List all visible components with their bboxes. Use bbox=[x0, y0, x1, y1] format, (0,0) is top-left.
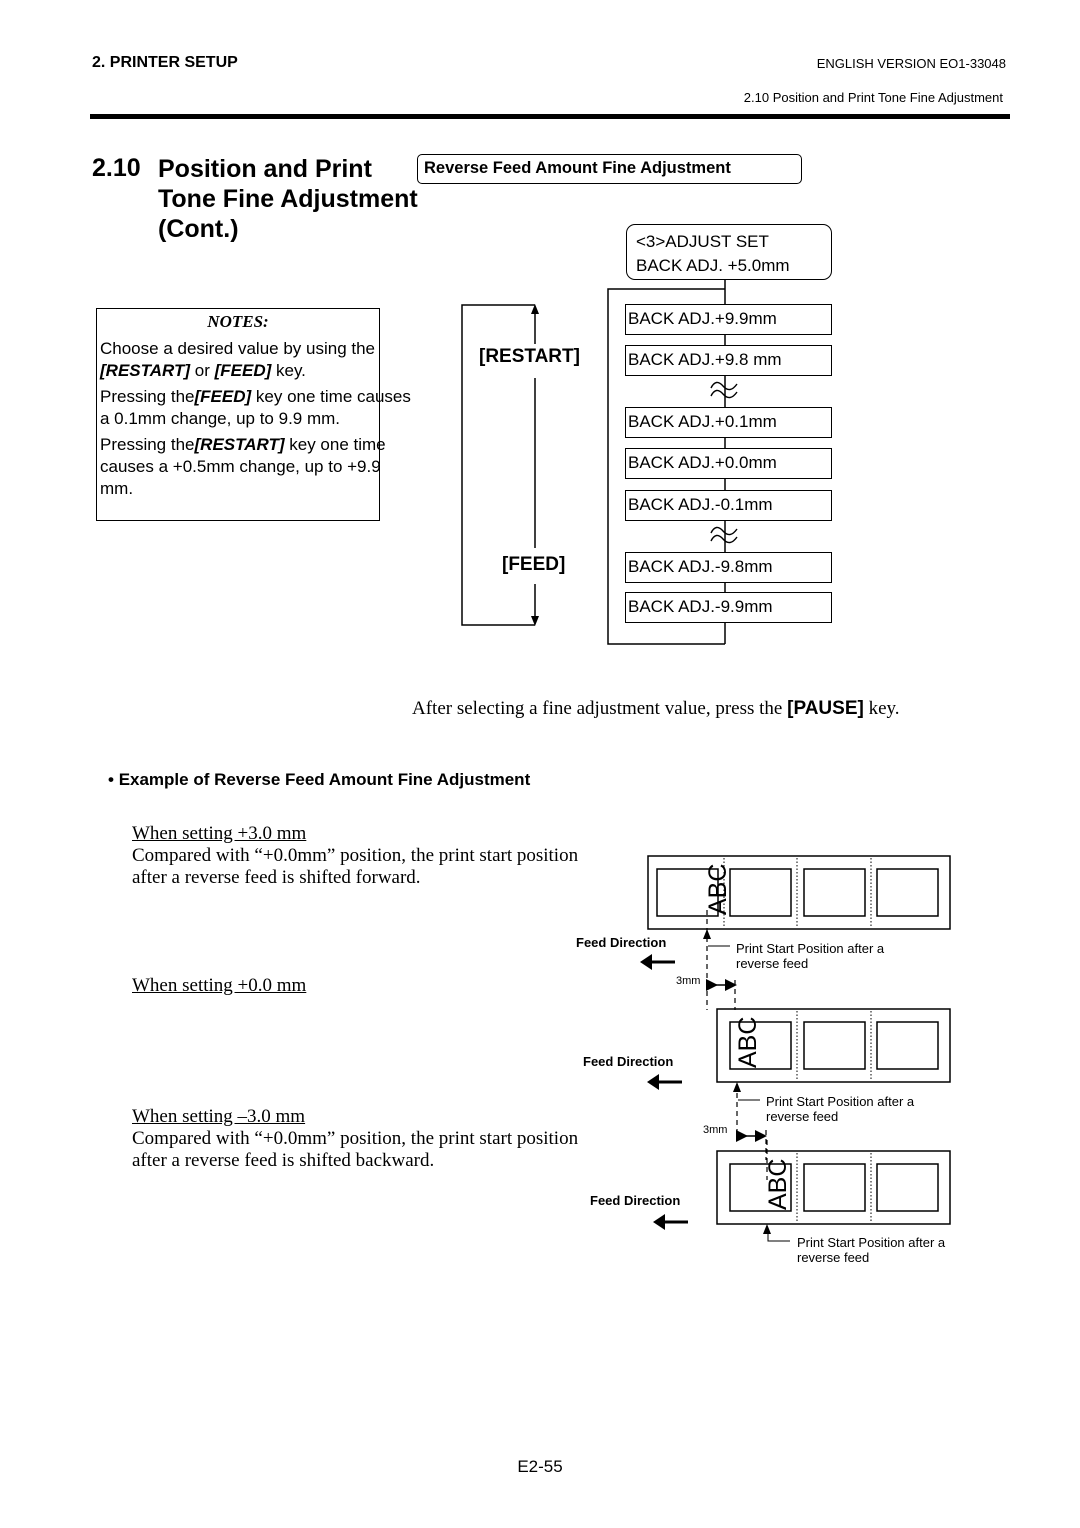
arrow-left-icon bbox=[647, 1074, 659, 1090]
bullet-icon: • bbox=[108, 770, 114, 789]
feed-direction-label: Feed Direction bbox=[590, 1193, 681, 1208]
print-start-label: Print Start Position after a reverse fee… bbox=[736, 941, 884, 971]
menu-item: BACK ADJ.+9.9mm bbox=[625, 304, 832, 335]
print-start-line: Print Start Position after a bbox=[736, 941, 885, 956]
pause-key-ref: [PAUSE] bbox=[787, 698, 864, 719]
print-start-line: reverse feed bbox=[797, 1250, 870, 1265]
arrow-up-icon bbox=[733, 1082, 741, 1092]
feed-key-label: [FEED] bbox=[502, 554, 566, 575]
print-start-label: Print Start Position after a reverse fee… bbox=[797, 1235, 945, 1265]
restart-key-label: [RESTART] bbox=[479, 346, 580, 367]
menu-item: BACK ADJ.+9.8 mm bbox=[625, 345, 832, 376]
print-text-abc: ABC bbox=[764, 1159, 792, 1210]
print-text-abc: ABC bbox=[704, 864, 732, 915]
pause-text: key. bbox=[863, 698, 900, 719]
break-symbol-icon bbox=[710, 526, 738, 544]
print-start-line: Print Start Position after a bbox=[797, 1235, 946, 1250]
pause-text: After selecting a fine adjustment value,… bbox=[412, 698, 788, 719]
arrow-left-icon bbox=[640, 954, 652, 970]
print-start-label: Print Start Position after a reverse fee… bbox=[766, 1094, 914, 1124]
print-start-line: Print Start Position after a bbox=[766, 1094, 915, 1109]
shift-amount-label: 3mm bbox=[703, 1124, 728, 1136]
label-strip-zero bbox=[647, 1008, 951, 1160]
menu-item: BACK ADJ.-9.8mm bbox=[625, 552, 832, 583]
arrow-up-icon bbox=[703, 929, 711, 939]
arrow-left-icon bbox=[653, 1214, 665, 1230]
example-heading-text: Example of Reverse Feed Amount Fine Adju… bbox=[118, 770, 531, 789]
menu-item: BACK ADJ.+0.0mm bbox=[625, 448, 832, 479]
label-strip-minus3 bbox=[653, 1140, 951, 1242]
feed-direction-label: Feed Direction bbox=[583, 1054, 674, 1069]
feed-direction-label: Feed Direction bbox=[576, 935, 667, 950]
pause-instruction: After selecting a fine adjustment value,… bbox=[412, 698, 900, 720]
print-start-line: reverse feed bbox=[736, 956, 809, 971]
page-number: E2-55 bbox=[517, 1457, 563, 1476]
shift-amount-label: 3mm bbox=[676, 975, 701, 987]
menu-item: BACK ADJ.-0.1mm bbox=[625, 490, 832, 521]
menu-item: BACK ADJ.-9.9mm bbox=[625, 592, 832, 623]
example-heading: • Example of Reverse Feed Amount Fine Ad… bbox=[108, 770, 530, 790]
menu-item: BACK ADJ.+0.1mm bbox=[625, 407, 832, 438]
break-symbol-icon bbox=[710, 381, 738, 399]
arrow-up-icon bbox=[763, 1224, 771, 1234]
print-start-line: reverse feed bbox=[766, 1109, 839, 1124]
print-text-abc: ABC bbox=[734, 1017, 762, 1068]
label-strip-diagrams: ABC ABC ABC bbox=[640, 855, 951, 1242]
